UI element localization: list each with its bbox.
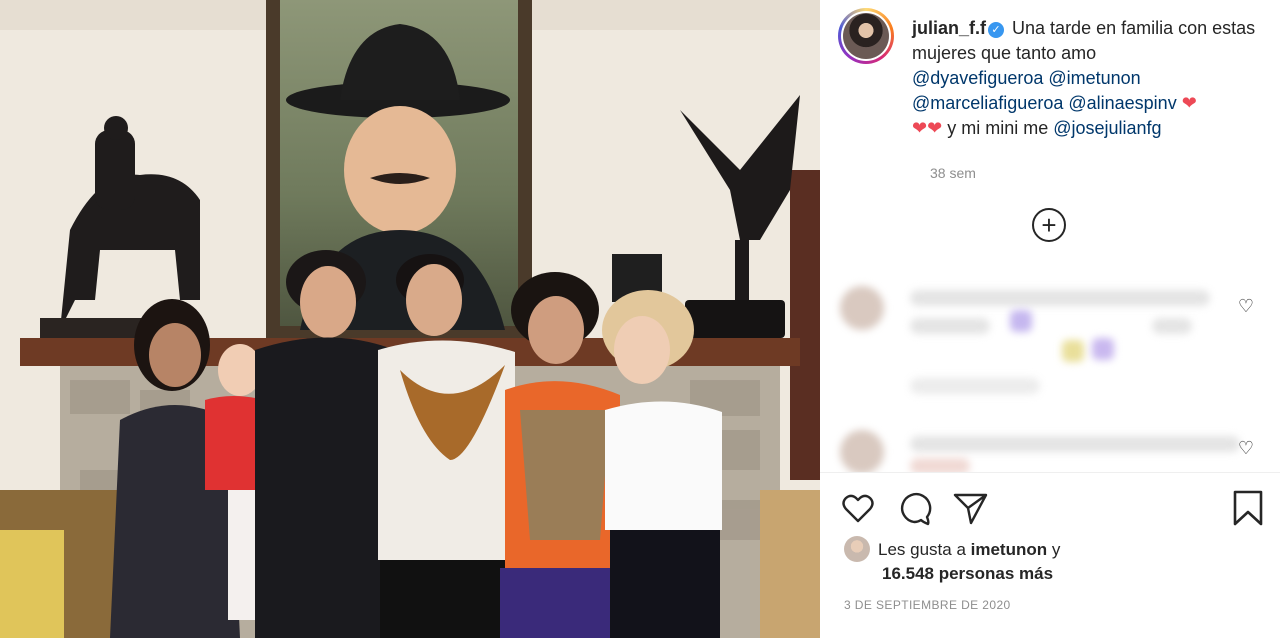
verified-badge-icon: ✓ bbox=[988, 22, 1005, 38]
author-avatar[interactable] bbox=[838, 8, 894, 64]
liker-username[interactable]: imetunon bbox=[971, 540, 1048, 559]
post-time-ago[interactable]: 38 sem bbox=[930, 165, 976, 181]
liker-avatar[interactable] bbox=[844, 536, 870, 562]
comment-bubble-icon[interactable] bbox=[894, 488, 934, 528]
post-action-bar bbox=[838, 488, 1268, 528]
post-detail-panel: julian_f.f ✓ Una tarde en familia con est… bbox=[820, 0, 1280, 638]
mention-marceliafigueroa[interactable]: @marceliafigueroa bbox=[912, 93, 1063, 113]
heart-outline-icon[interactable] bbox=[838, 488, 878, 528]
blurred-comment: ♡ bbox=[832, 428, 1272, 472]
family-photo-illustration bbox=[0, 0, 820, 638]
comment-like-heart-icon[interactable]: ♡ bbox=[1238, 296, 1254, 317]
post-date[interactable]: 3 DE SEPTIEMBRE DE 2020 bbox=[844, 598, 1011, 612]
author-username[interactable]: julian_f.f bbox=[912, 18, 986, 38]
red-heart-emoji-icon: ❤ bbox=[912, 118, 928, 138]
mention-alinaespinv[interactable]: @alinaespinv bbox=[1068, 93, 1176, 113]
commenter-avatar bbox=[840, 430, 884, 472]
post-caption: julian_f.f ✓ Una tarde en familia con est… bbox=[912, 16, 1262, 141]
likes-summary: Les gusta a imetunon y 16.548 personas m… bbox=[844, 536, 1264, 586]
likes-connector: y bbox=[1051, 540, 1061, 559]
post-photo[interactable] bbox=[0, 0, 820, 638]
paper-plane-icon[interactable] bbox=[950, 488, 990, 528]
comment-like-heart-icon[interactable]: ♡ bbox=[1238, 438, 1254, 459]
bookmark-icon[interactable] bbox=[1228, 488, 1268, 528]
likes-count[interactable]: 16.548 personas más bbox=[844, 562, 1264, 586]
red-heart-emoji-icon: ❤ bbox=[1181, 93, 1197, 113]
comments-list: ♡ ♡ bbox=[832, 252, 1272, 472]
commenter-avatar bbox=[840, 286, 884, 330]
mention-imetunon[interactable]: @imetunon bbox=[1048, 68, 1140, 88]
section-divider bbox=[820, 472, 1280, 473]
red-heart-emoji-icon: ❤ bbox=[927, 118, 943, 138]
mention-josejulianfg[interactable]: @josejulianfg bbox=[1053, 118, 1161, 138]
load-more-comments-button[interactable]: + bbox=[1032, 208, 1066, 242]
mention-dyavefigueroa[interactable]: @dyavefigueroa bbox=[912, 68, 1043, 88]
likes-prefix: Les gusta a bbox=[878, 540, 966, 559]
blurred-comment: ♡ bbox=[832, 282, 1272, 394]
caption-tail: y mi mini me bbox=[947, 118, 1049, 138]
